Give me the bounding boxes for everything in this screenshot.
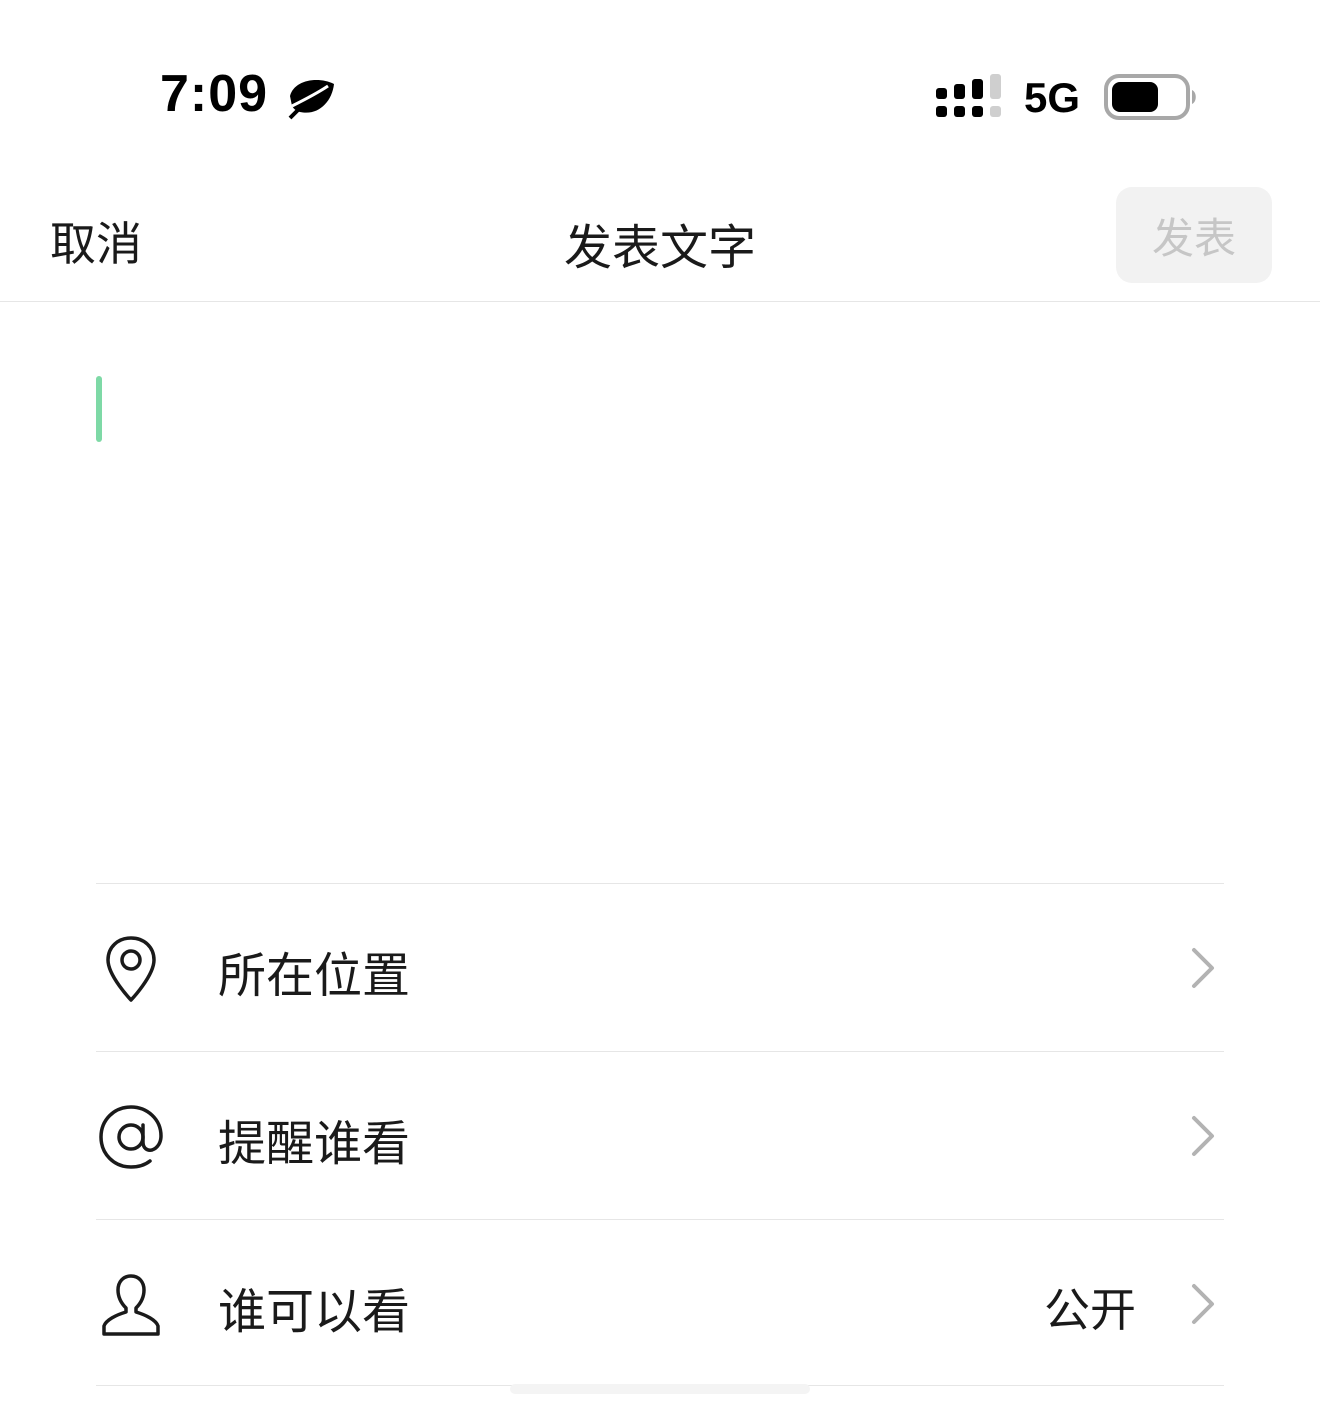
option-label: 所在位置 xyxy=(218,948,411,1004)
status-time: 7:09 xyxy=(160,65,269,123)
publish-button[interactable]: 发表 xyxy=(1116,187,1272,283)
leaf-icon xyxy=(288,80,334,120)
option-mention[interactable]: 提醒谁看 xyxy=(96,1051,1224,1219)
network-label: 5G xyxy=(1024,74,1081,121)
option-location[interactable]: 所在位置 xyxy=(96,883,1224,1051)
location-pin-icon xyxy=(106,936,156,1002)
chevron-right-icon xyxy=(1192,1116,1214,1156)
compose-text-input[interactable] xyxy=(50,360,1270,840)
signal-icon xyxy=(936,74,1001,117)
option-label: 提醒谁看 xyxy=(218,1116,411,1172)
option-label: 谁可以看 xyxy=(218,1284,411,1340)
nav-bar: 取消 发表文字 发表 xyxy=(0,187,1320,302)
visibility-value: 公开 xyxy=(1044,1283,1136,1337)
status-bar: 7:09 5G xyxy=(0,0,1320,190)
text-caret xyxy=(96,376,102,442)
home-indicator xyxy=(510,1384,810,1394)
options-list: 所在位置 提醒谁看 谁可以看 公开 xyxy=(96,883,1224,1386)
battery-icon xyxy=(1104,74,1196,120)
chevron-right-icon xyxy=(1192,948,1214,988)
cancel-button[interactable]: 取消 xyxy=(50,208,142,274)
option-visibility[interactable]: 谁可以看 公开 xyxy=(96,1219,1224,1386)
person-icon xyxy=(102,1274,160,1336)
at-sign-icon xyxy=(99,1105,163,1169)
chevron-right-icon xyxy=(1192,1284,1214,1324)
